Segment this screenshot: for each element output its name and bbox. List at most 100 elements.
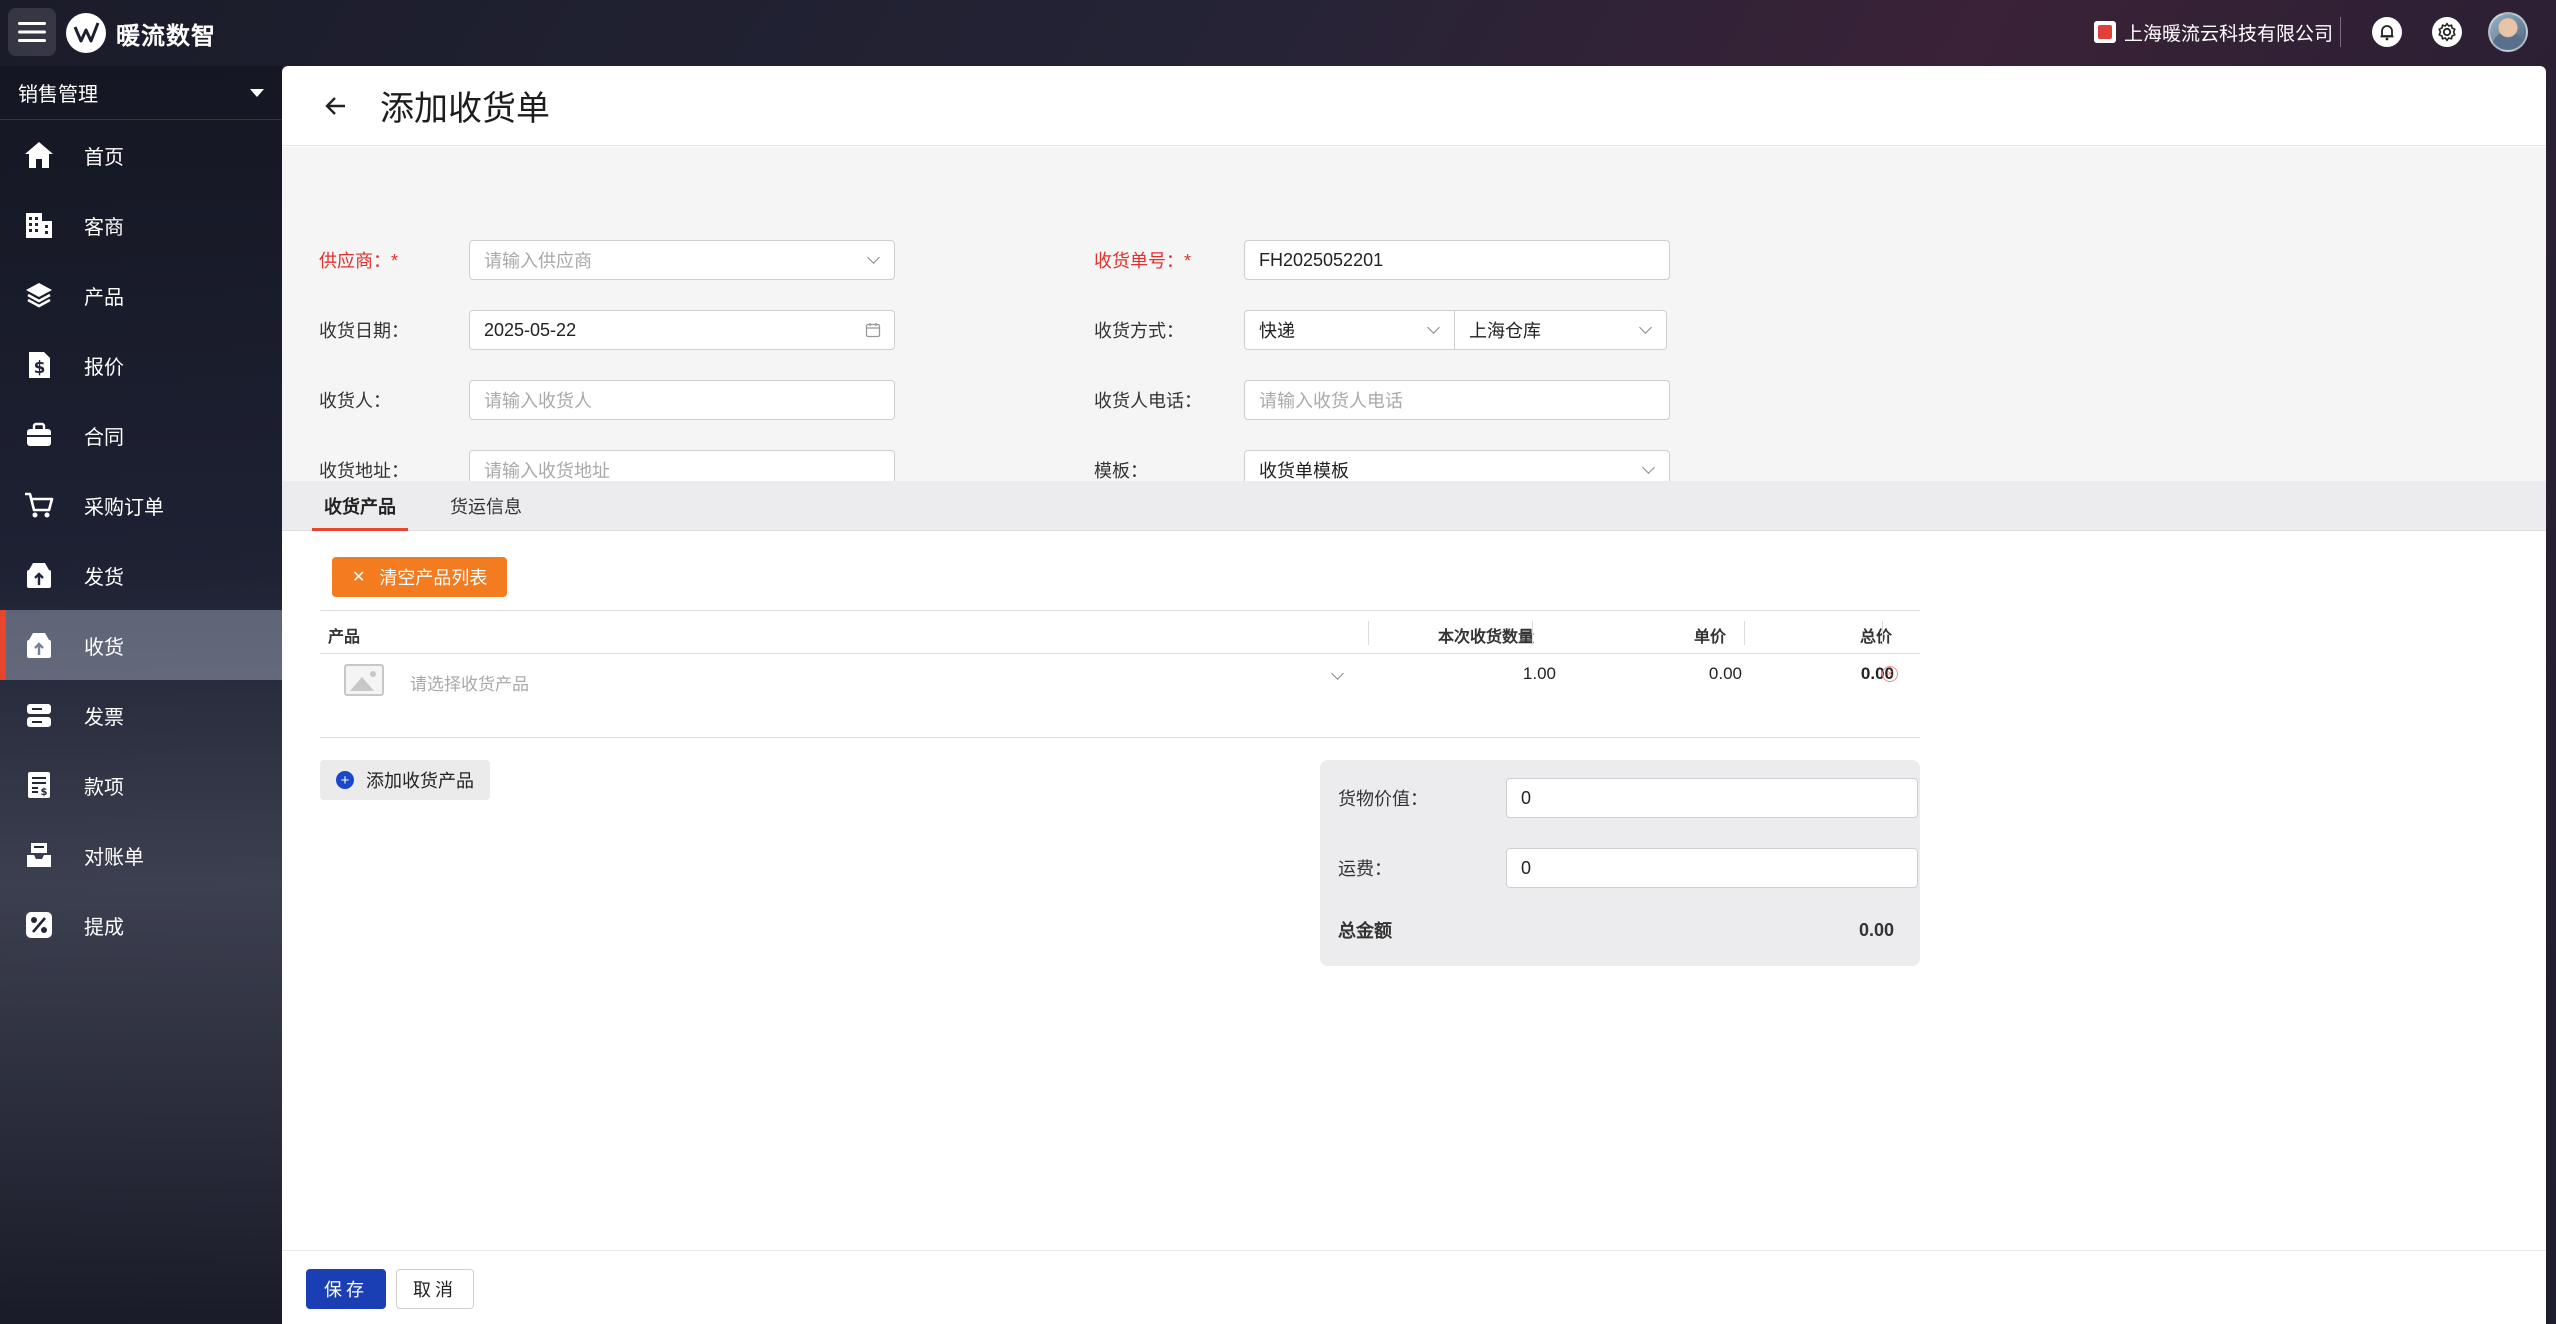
- back-button[interactable]: [322, 92, 350, 120]
- quantity-cell[interactable]: 1.00: [1380, 664, 1556, 684]
- receiver-phone-input[interactable]: 请输入收货人电话: [1244, 380, 1670, 420]
- receipt-no-label: 收货单号：*: [1094, 251, 1192, 271]
- sidebar-item-contracts[interactable]: 合同: [0, 400, 282, 470]
- top-bar: 暖流数智 上海暖流云科技有限公司: [0, 0, 2556, 66]
- module-selector[interactable]: 销售管理: [0, 66, 282, 120]
- supplier-label: 供应商：*: [319, 251, 399, 271]
- company-name: 上海暖流云科技有限公司: [2124, 23, 2334, 45]
- page-header: 添加收货单: [282, 66, 2546, 146]
- freight-row: 运费： 0: [1338, 848, 1918, 888]
- total-amount-value: 0.00: [1858, 919, 1894, 940]
- goods-value-input[interactable]: 0: [1506, 778, 1918, 818]
- receipt-date-picker[interactable]: 2025-05-22: [469, 310, 895, 350]
- chevron-down-icon: [1636, 321, 1654, 339]
- warehouse-select[interactable]: 上海仓库: [1455, 310, 1667, 350]
- receipt-no-input[interactable]: FH2025052201: [1244, 240, 1670, 280]
- tab-freight-info[interactable]: 货运信息: [438, 481, 534, 531]
- receiver-placeholder: 请输入收货人: [484, 391, 592, 411]
- logo-icon: [73, 22, 100, 43]
- unit-price-cell[interactable]: 0.00: [1560, 664, 1742, 684]
- arrow-left-icon: [325, 96, 345, 115]
- remove-row-button[interactable]: ×: [1882, 666, 1898, 682]
- sidebar-item-commission[interactable]: 提成: [0, 890, 282, 960]
- add-product-button[interactable]: + 添加收货产品: [320, 760, 490, 800]
- template-label: 模板：: [1094, 461, 1148, 481]
- receiver-phone-row: 收货人电话： 请输入收货人电话: [1094, 380, 1670, 420]
- sidebar-item-home[interactable]: 首页: [0, 120, 282, 190]
- sidebar-item-label: 采购订单: [84, 496, 164, 519]
- sidebar-item-quotes[interactable]: $ 报价: [0, 330, 282, 400]
- receipt-date-row: 收货日期： 2025-05-22: [319, 310, 895, 350]
- chevron-down-icon: [1639, 461, 1657, 479]
- receiver-row: 收货人： 请输入收货人: [319, 380, 895, 420]
- company-switcher[interactable]: 上海暖流云科技有限公司: [2094, 17, 2333, 47]
- sidebar-item-label: 合同: [84, 426, 124, 449]
- receipt-no-row: 收货单号：* FH2025052201: [1094, 240, 1670, 280]
- table-header: 产品 本次收货数量 单价 总价: [320, 610, 1920, 654]
- sidebar-item-label: 对账单: [84, 846, 144, 869]
- sidebar-item-statements[interactable]: 对账单: [0, 820, 282, 890]
- chevron-down-icon: [864, 251, 882, 269]
- bell-icon: [2380, 25, 2394, 41]
- method-row: 收货方式： 快递 上海仓库: [1094, 310, 1667, 350]
- address-placeholder: 请输入收货地址: [484, 461, 610, 481]
- save-button[interactable]: 保存: [306, 1269, 386, 1309]
- svg-text:$: $: [41, 787, 48, 798]
- col-unit-price: 单价: [1693, 629, 1726, 646]
- hamburger-icon: [18, 22, 46, 42]
- total-cell: 0.00: [1860, 664, 1894, 683]
- notifications-button[interactable]: [2372, 17, 2402, 47]
- supplier-placeholder: 请输入供应商: [484, 251, 592, 271]
- cart-icon: [22, 488, 56, 522]
- receipt-date-label: 收货日期：: [319, 321, 409, 341]
- menu-toggle-button[interactable]: [8, 8, 56, 56]
- layers-icon: [22, 278, 56, 312]
- quote-icon: $: [22, 348, 56, 382]
- method-select[interactable]: 快递: [1244, 310, 1455, 350]
- product-select[interactable]: 请选择收货产品: [410, 667, 1350, 700]
- supplier-row: 供应商：* 请输入供应商: [319, 240, 895, 280]
- divider: [2340, 17, 2341, 47]
- module-name: 销售管理: [18, 84, 98, 106]
- svg-text:$: $: [34, 358, 46, 378]
- address-label: 收货地址：: [319, 461, 409, 481]
- sidebar-item-label: 客商: [84, 216, 124, 239]
- sidebar-item-payments[interactable]: $ 款项: [0, 750, 282, 820]
- freight-input[interactable]: 0: [1506, 848, 1918, 888]
- statement-icon: [22, 838, 56, 872]
- user-avatar[interactable]: [2488, 12, 2528, 52]
- sidebar-item-clients[interactable]: 客商: [0, 190, 282, 260]
- product-placeholder: 请选择收货产品: [410, 675, 529, 694]
- sidebar-item-products[interactable]: 产品: [0, 260, 282, 330]
- receiver-input[interactable]: 请输入收货人: [469, 380, 895, 420]
- method-value: 快递: [1259, 321, 1295, 341]
- cancel-button[interactable]: 取消: [396, 1269, 474, 1309]
- chevron-down-icon: [1424, 321, 1442, 339]
- caret-down-icon: [250, 88, 264, 97]
- invoice-icon: [22, 698, 56, 732]
- image-placeholder-icon: [344, 664, 384, 696]
- plus-circle-icon: +: [336, 771, 354, 789]
- close-circle-icon: ×: [1882, 666, 1898, 682]
- sidebar-item-label: 产品: [84, 286, 124, 309]
- clear-products-button[interactable]: ✕ 清空产品列表: [332, 557, 508, 597]
- page-title: 添加收货单: [380, 90, 550, 128]
- sidebar-item-shipping[interactable]: 发货: [0, 540, 282, 610]
- settings-button[interactable]: [2432, 17, 2462, 47]
- payment-icon: $: [22, 768, 56, 802]
- sidebar-item-label: 款项: [84, 776, 124, 799]
- clear-products-label: 清空产品列表: [379, 568, 488, 588]
- tab-received-products[interactable]: 收货产品: [312, 481, 408, 531]
- supplier-select[interactable]: 请输入供应商: [469, 240, 895, 280]
- sidebar-item-invoices[interactable]: 发票: [0, 680, 282, 750]
- close-icon: ✕: [352, 569, 366, 586]
- sidebar-item-purchase-orders[interactable]: 采购订单: [0, 470, 282, 540]
- goods-value-label: 货物价值：: [1338, 789, 1428, 809]
- sidebar-item-label: 收货: [84, 636, 124, 659]
- tab-bar: 收货产品 货运信息: [282, 481, 2546, 531]
- method-label: 收货方式：: [1094, 321, 1184, 341]
- receipt-no-value: FH2025052201: [1259, 249, 1384, 270]
- sidebar-item-label: 发票: [84, 706, 124, 729]
- calendar-icon: [864, 321, 882, 339]
- sidebar-item-receiving[interactable]: 收货: [0, 610, 282, 680]
